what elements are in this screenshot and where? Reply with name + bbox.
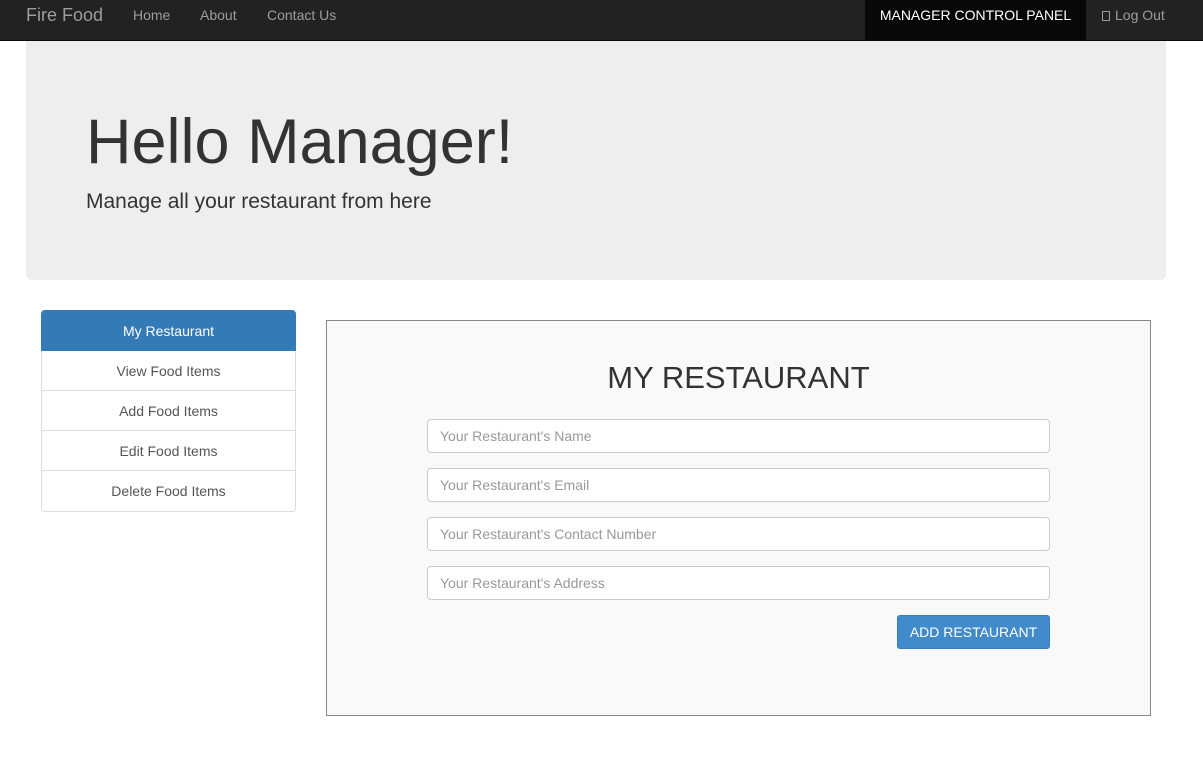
sidebar-item-view-food-items[interactable]: View Food Items <box>41 350 296 391</box>
logout-link[interactable]: Log Out <box>1102 0 1165 30</box>
logout-icon <box>1102 11 1110 21</box>
sidebar-item-add-food-items[interactable]: Add Food Items <box>41 390 296 431</box>
nav-link-home[interactable]: Home <box>133 0 170 30</box>
welcome-banner: Hello Manager! Manage all your restauran… <box>26 41 1166 280</box>
add-restaurant-button[interactable]: ADD RESTAURANT <box>897 615 1050 649</box>
form-title: MY RESTAURANT <box>607 360 870 395</box>
restaurant-form-panel: MY RESTAURANT ADD RESTAURANT <box>326 320 1151 716</box>
brand-link[interactable]: Fire Food <box>26 0 103 30</box>
page-subtitle: Manage all your restaurant from here <box>86 190 432 213</box>
sidebar-menu: My Restaurant View Food Items Add Food I… <box>41 310 296 512</box>
restaurant-address-input[interactable] <box>427 566 1050 600</box>
nav-link-contact[interactable]: Contact Us <box>267 0 336 30</box>
sidebar-item-edit-food-items[interactable]: Edit Food Items <box>41 430 296 471</box>
sidebar-item-delete-food-items[interactable]: Delete Food Items <box>41 470 296 512</box>
restaurant-email-input[interactable] <box>427 468 1050 502</box>
page-title: Hello Manager! <box>86 107 514 177</box>
nav-link-about[interactable]: About <box>200 0 237 30</box>
logout-label: Log Out <box>1115 7 1165 23</box>
restaurant-contact-input[interactable] <box>427 517 1050 551</box>
top-navbar: Fire Food Home About Contact Us MANAGER … <box>0 0 1203 41</box>
nav-link-manager-control-panel[interactable]: MANAGER CONTROL PANEL <box>865 0 1086 40</box>
sidebar-item-my-restaurant[interactable]: My Restaurant <box>41 310 296 351</box>
restaurant-name-input[interactable] <box>427 419 1050 453</box>
